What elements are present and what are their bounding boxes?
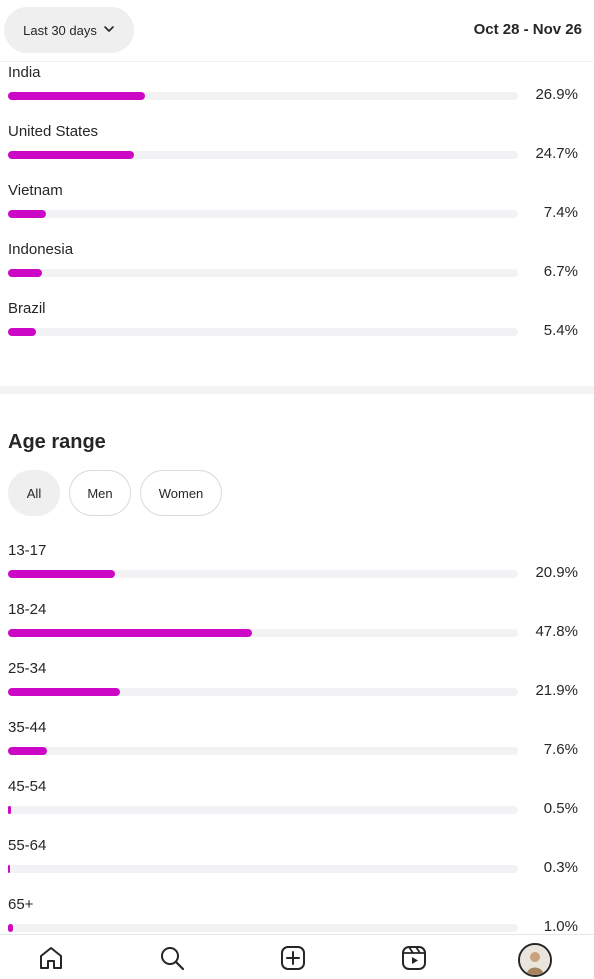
country-bar-track [8,92,518,100]
create-icon[interactable] [278,943,308,973]
country-bar-fill [8,92,146,100]
age-bar-track [8,806,518,814]
age-bar-fill [8,629,252,637]
country-bar-fill [8,269,43,277]
age-bar-track [8,924,518,932]
country-row: Brazil 5.4% [8,300,586,350]
country-label: Brazil [8,300,46,317]
age-bar-fill [8,570,115,578]
country-bar-track [8,269,518,277]
age-row: 18-24 47.8% [8,601,586,651]
country-percent: 24.7% [535,145,578,162]
country-label: Indonesia [8,241,74,258]
reels-icon[interactable] [399,943,429,973]
country-bar-track [8,328,518,336]
country-row: Vietnam 7.4% [8,182,586,232]
age-bar-track [8,629,518,637]
header-bar: Last 30 days Oct 28 - Nov 26 [0,0,594,62]
age-label: 18-24 [8,601,47,618]
age-bar-track [8,688,518,696]
age-bar-fill [8,806,11,814]
age-bar-fill [8,688,120,696]
section-divider [0,386,594,394]
age-range-title: Age range [8,431,106,453]
age-percent: 1.0% [543,918,578,935]
country-percent: 5.4% [543,322,578,339]
country-bar-track [8,210,518,218]
age-percent: 21.9% [535,682,578,699]
age-bar-fill [8,865,11,873]
chevron-down-icon [103,23,115,38]
age-bar-track [8,747,518,755]
country-bar-track [8,151,518,159]
country-label: United States [8,123,99,140]
age-percent: 7.6% [543,741,578,758]
country-bar-fill [8,210,46,218]
country-label: Vietnam [8,182,63,199]
date-range-dropdown-label: Last 30 days [23,22,97,38]
age-label: 25-34 [8,660,47,677]
date-range-dropdown[interactable]: Last 30 days [4,7,134,53]
country-row: United States 24.7% [8,123,586,173]
age-bar-fill [8,747,47,755]
age-label: 13-17 [8,542,47,559]
filter-men-button[interactable]: Men [69,470,131,516]
search-icon[interactable] [157,943,187,973]
country-row: India 26.9% [8,64,586,114]
country-row: Indonesia 6.7% [8,241,586,291]
bottom-nav-bar [0,934,594,979]
age-percent: 0.3% [543,859,578,876]
age-row: 55-64 0.3% [8,837,586,887]
country-percent: 26.9% [535,86,578,103]
age-bar-track [8,865,518,873]
age-row: 13-17 20.9% [8,542,586,592]
age-label: 65+ [8,896,34,913]
country-percent: 7.4% [543,204,578,221]
age-row: 25-34 21.9% [8,660,586,710]
age-label: 45-54 [8,778,47,795]
country-label: India [8,64,41,81]
home-icon[interactable] [36,943,66,973]
age-label: 55-64 [8,837,47,854]
country-bar-fill [8,328,36,336]
age-label: 35-44 [8,719,47,736]
age-percent: 47.8% [535,623,578,640]
country-percent: 6.7% [543,263,578,280]
filter-all-button[interactable]: All [8,470,60,516]
filter-women-button[interactable]: Women [140,470,222,516]
profile-avatar[interactable] [518,943,552,977]
age-bar-fill [8,924,14,932]
age-percent: 0.5% [543,800,578,817]
age-row: 45-54 0.5% [8,778,586,828]
age-percent: 20.9% [535,564,578,581]
age-bar-track [8,570,518,578]
country-bar-fill [8,151,134,159]
date-range-text: Oct 28 - Nov 26 [473,21,582,38]
age-row: 35-44 7.6% [8,719,586,769]
